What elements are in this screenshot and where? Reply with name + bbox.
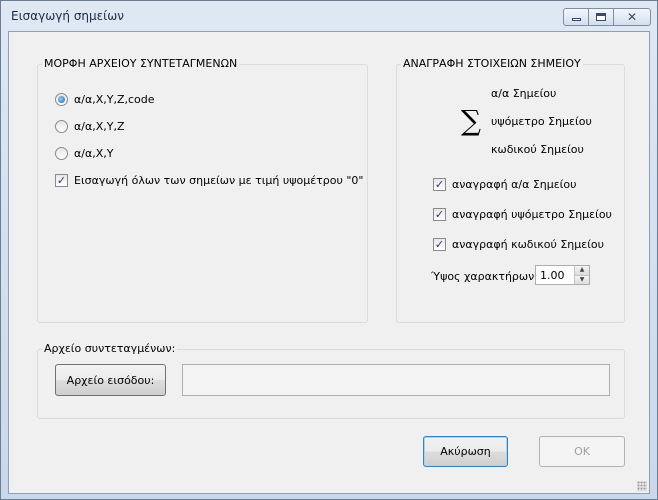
maximize-button[interactable] <box>588 8 614 26</box>
sigma-icon: ∑ <box>461 104 481 137</box>
show-number-checkbox[interactable]: ✓ αναγραφή α/α Σημείου <box>433 178 577 191</box>
show-number-label: αναγραφή α/α Σημείου <box>452 178 577 191</box>
ok-button[interactable]: OK <box>539 436 625 467</box>
stepper-down-icon[interactable]: ▼ <box>574 274 589 284</box>
show-elevation-checkbox[interactable]: ✓ αναγραφή υψόμετρο Σημείου <box>433 208 612 221</box>
show-elevation-label: αναγραφή υψόμετρο Σημείου <box>452 208 612 221</box>
char-height-stepper[interactable]: ▲ ▼ <box>535 265 590 285</box>
preview-line-code: κωδικού Σημείου <box>491 143 584 156</box>
dialog-client-area: ΜΟΡΦΗ ΑΡΧΕΙΟΥ ΣΥΝΤΕΤΑΓΜΕΝΩΝ α/α,X,Y,Z,co… <box>8 31 650 494</box>
checkmark-icon[interactable]: ✓ <box>55 174 68 187</box>
format-option-label: α/α,X,Y,Z,code <box>74 93 155 106</box>
minimize-button[interactable] <box>563 8 589 26</box>
zero-elevation-label: Εισαγωγή όλων των σημείων με τιμή υψομέτ… <box>74 174 364 187</box>
format-option-0[interactable]: α/α,X,Y,Z,code <box>55 93 155 106</box>
format-option-label: α/α,X,Y,Z <box>74 120 125 133</box>
file-group: Αρχείο συντεταγμένων: Αρχείο εισόδου: <box>37 342 625 419</box>
window-title: Εισαγωγή σημείων <box>11 9 124 23</box>
dialog-window: Εισαγωγή σημείων ✕ ΜΟΡΦΗ ΑΡΧΕΙΟΥ ΣΥΝΤΕΤΑ… <box>0 0 658 500</box>
stepper-buttons: ▲ ▼ <box>574 266 589 284</box>
show-code-label: αναγραφή κωδικού Σημείου <box>452 238 605 251</box>
format-group-title: ΜΟΡΦΗ ΑΡΧΕΙΟΥ ΣΥΝΤΕΤΑΓΜΕΝΩΝ <box>42 57 240 70</box>
radio-icon[interactable] <box>55 120 68 133</box>
format-option-2[interactable]: α/α,X,Y <box>55 147 113 160</box>
annotation-group-title: ΑΝΑΓΡΑΦΗ ΣΤΟΙΧΕΙΩΝ ΣΗΜΕΙΟΥ <box>401 57 583 70</box>
close-button[interactable]: ✕ <box>613 8 651 26</box>
checkmark-icon[interactable]: ✓ <box>433 208 446 221</box>
checkmark-icon[interactable]: ✓ <box>433 178 446 191</box>
stepper-up-icon[interactable]: ▲ <box>574 266 589 275</box>
format-group: ΜΟΡΦΗ ΑΡΧΕΙΟΥ ΣΥΝΤΕΤΑΓΜΕΝΩΝ α/α,X,Y,Z,co… <box>37 57 368 323</box>
radio-icon[interactable] <box>55 147 68 160</box>
preview-line-elevation: υψόμετρο Σημείου <box>491 115 592 128</box>
title-bar[interactable]: Εισαγωγή σημείων ✕ <box>1 1 657 31</box>
window-controls: ✕ <box>563 8 651 26</box>
file-path-field[interactable] <box>182 364 610 396</box>
format-option-label: α/α,X,Y <box>74 147 114 160</box>
annotation-group: ΑΝΑΓΡΑΦΗ ΣΤΟΙΧΕΙΩΝ ΣΗΜΕΙΟΥ ∑ α/α Σημείου… <box>396 57 625 323</box>
input-file-button[interactable]: Αρχείο εισόδου: <box>55 364 166 396</box>
checkmark-icon[interactable]: ✓ <box>433 238 446 251</box>
zero-elevation-checkbox[interactable]: ✓ Εισαγωγή όλων των σημείων με τιμή υψομ… <box>55 174 364 187</box>
file-group-title: Αρχείο συντεταγμένων: <box>42 342 178 355</box>
format-option-1[interactable]: α/α,X,Y,Z <box>55 120 125 133</box>
show-code-checkbox[interactable]: ✓ αναγραφή κωδικού Σημείου <box>433 238 604 251</box>
close-icon: ✕ <box>626 10 638 24</box>
char-height-label: Ύψος χαρακτήρων: <box>431 270 538 283</box>
resize-grip-icon[interactable] <box>637 481 647 491</box>
preview-line-number: α/α Σημείου <box>491 87 557 100</box>
minimize-icon <box>571 18 581 21</box>
maximize-icon <box>596 13 606 21</box>
radio-selected-icon[interactable] <box>55 93 68 106</box>
char-height-input[interactable] <box>536 266 574 284</box>
cancel-button[interactable]: Ακύρωση <box>423 436 508 467</box>
